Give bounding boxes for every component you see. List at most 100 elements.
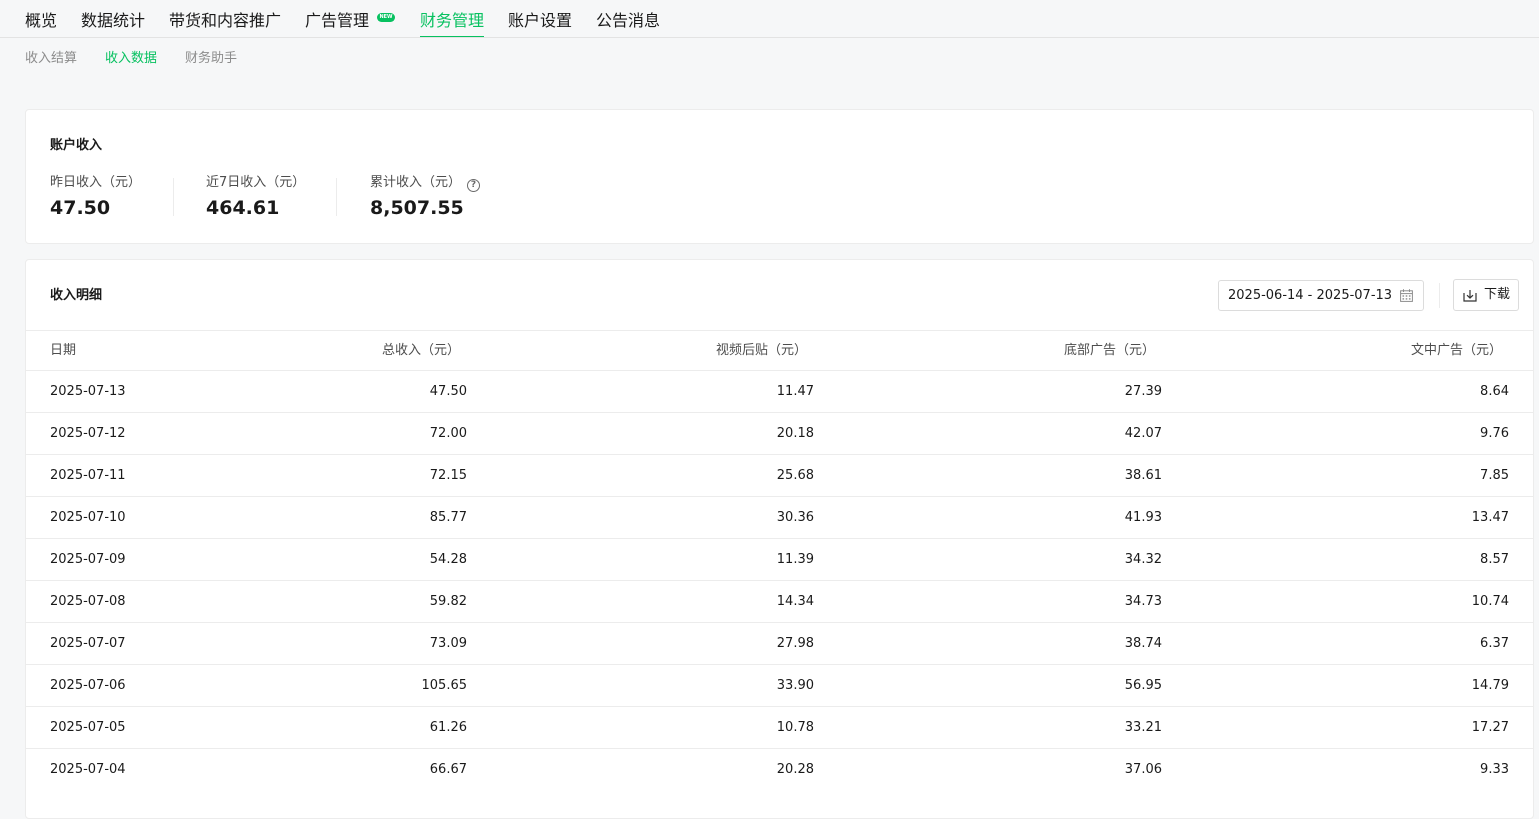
download-label: 下载 [1484, 287, 1511, 302]
cell-total: 66.67 [429, 762, 467, 777]
nav-tab-finance[interactable]: 财务管理 [420, 10, 485, 38]
stat-label: 近7日收入（元） [206, 175, 306, 190]
cell-bottom-ad: 41.93 [1124, 510, 1162, 525]
cell-in-article-ad: 14.79 [1471, 678, 1509, 693]
cell-in-article-ad: 10.74 [1471, 594, 1509, 609]
cell-in-article-ad: 8.57 [1480, 552, 1509, 567]
column-header-bottom-ad: 底部广告（元） [1063, 343, 1155, 358]
sub-tab-income-data[interactable]: 收入数据 [105, 50, 157, 68]
cell-bottom-ad: 38.61 [1124, 468, 1162, 483]
date-range-picker[interactable]: 2025-06-14 - 2025-07-13 [1218, 280, 1424, 311]
cell-in-article-ad: 7.85 [1480, 468, 1509, 483]
cell-date: 2025-07-11 [50, 468, 126, 483]
cell-bottom-ad: 56.95 [1124, 678, 1162, 693]
stat-last-7-days: 近7日收入（元） 464.61 [206, 174, 305, 219]
cell-total: 47.50 [429, 384, 467, 399]
calendar-icon [1400, 289, 1413, 302]
toolbar-divider [1439, 283, 1440, 308]
nav-tab-announcements[interactable]: 公告消息 [596, 10, 660, 32]
nav-tab-promotion[interactable]: 带货和内容推广 [169, 10, 281, 32]
column-header-in-article-ad: 文中广告（元） [1410, 343, 1502, 358]
cell-video-post: 20.28 [776, 762, 814, 777]
cell-total: 61.26 [429, 720, 467, 735]
cell-video-post: 14.34 [776, 594, 814, 609]
cell-video-post: 33.90 [776, 678, 814, 693]
stat-divider [173, 178, 174, 216]
account-income-card: 账户收入 昨日收入（元） 47.50 近7日收入（元） 464.61 累计收入（… [25, 109, 1534, 244]
table-row: 2025-07-10 85.77 30.36 41.93 13.47 [26, 496, 1533, 538]
table-header: 日期 总收入（元） 视频后贴（元） 底部广告（元） 文中广告（元） [26, 330, 1533, 370]
stat-label: 累计收入（元）? [370, 174, 481, 192]
date-range-value: 2025-06-14 - 2025-07-13 [1228, 288, 1393, 303]
account-income-title: 账户收入 [50, 138, 103, 153]
cell-in-article-ad: 13.47 [1471, 510, 1509, 525]
cell-date: 2025-07-08 [50, 594, 126, 609]
cell-bottom-ad: 38.74 [1124, 636, 1162, 651]
cell-video-post: 27.98 [776, 636, 814, 651]
new-badge: NEW [377, 13, 395, 22]
cell-date: 2025-07-05 [50, 720, 126, 735]
table-row: 2025-07-06 105.65 33.90 56.95 14.79 [26, 664, 1533, 706]
cell-total: 73.09 [429, 636, 467, 651]
stat-cumulative: 累计收入（元）? 8,507.55 [370, 174, 481, 219]
table-row: 2025-07-13 47.50 11.47 27.39 8.64 [26, 370, 1533, 412]
column-header-video-post: 视频后贴（元） [715, 343, 807, 358]
cell-date: 2025-07-07 [50, 636, 126, 651]
cell-bottom-ad: 42.07 [1124, 426, 1162, 441]
cell-total: 105.65 [421, 678, 468, 693]
cell-video-post: 11.39 [776, 552, 814, 567]
cell-date: 2025-07-04 [50, 762, 126, 777]
cell-date: 2025-07-12 [50, 426, 126, 441]
cell-video-post: 30.36 [776, 510, 814, 525]
stat-label-text: 累计收入（元） [370, 175, 462, 190]
cell-date: 2025-07-09 [50, 552, 126, 567]
cell-bottom-ad: 34.32 [1124, 552, 1162, 567]
cell-video-post: 20.18 [776, 426, 814, 441]
sub-tab-settlement[interactable]: 收入结算 [25, 50, 77, 68]
cell-in-article-ad: 17.27 [1471, 720, 1509, 735]
nav-divider [0, 37, 1539, 38]
cell-in-article-ad: 8.64 [1480, 384, 1509, 399]
sub-tab-finance-assistant[interactable]: 财务助手 [185, 50, 237, 68]
cell-total: 85.77 [429, 510, 467, 525]
cell-bottom-ad: 37.06 [1124, 762, 1162, 777]
cell-video-post: 11.47 [776, 384, 814, 399]
cell-total: 54.28 [429, 552, 467, 567]
cell-bottom-ad: 34.73 [1124, 594, 1162, 609]
cell-total: 72.00 [429, 426, 467, 441]
stat-value: 8,507.55 [370, 197, 464, 219]
table-row: 2025-07-07 73.09 27.98 38.74 6.37 [26, 622, 1533, 664]
cell-in-article-ad: 6.37 [1480, 636, 1509, 651]
table-row: 2025-07-12 72.00 20.18 42.07 9.76 [26, 412, 1533, 454]
table-row: 2025-07-08 59.82 14.34 34.73 10.74 [26, 580, 1533, 622]
nav-tab-account-settings[interactable]: 账户设置 [508, 10, 572, 32]
nav-tab-statistics[interactable]: 数据统计 [81, 10, 145, 32]
cell-total: 59.82 [429, 594, 467, 609]
cell-date: 2025-07-06 [50, 678, 126, 693]
nav-tab-overview[interactable]: 概览 [25, 10, 57, 32]
table-body: 2025-07-13 47.50 11.47 27.39 8.64 2025-07-12 7… [26, 370, 1533, 790]
income-detail-title: 收入明细 [50, 288, 103, 303]
help-icon[interactable]: ? [467, 179, 481, 192]
download-button[interactable]: 下载 [1453, 279, 1519, 311]
cell-in-article-ad: 9.33 [1480, 762, 1509, 777]
column-header-date: 日期 [50, 343, 77, 358]
cell-total: 72.15 [429, 468, 467, 483]
stat-value: 47.50 [50, 197, 111, 219]
nav-tab-ads[interactable]: 广告管理 [305, 10, 369, 32]
cell-video-post: 10.78 [776, 720, 814, 735]
cell-in-article-ad: 9.76 [1480, 426, 1509, 441]
top-nav: 概览 数据统计 带货和内容推广 广告管理 NEW 财务管理 账户设置 公告消息 [0, 0, 1539, 38]
stat-yesterday: 昨日收入（元） 47.50 [50, 174, 141, 219]
stat-value: 464.61 [206, 197, 280, 219]
cell-date: 2025-07-10 [50, 510, 126, 525]
cell-video-post: 25.68 [776, 468, 814, 483]
cell-bottom-ad: 33.21 [1124, 720, 1162, 735]
stat-divider [336, 178, 337, 216]
column-header-total: 总收入（元） [381, 343, 460, 358]
table-row: 2025-07-11 72.15 25.68 38.61 7.85 [26, 454, 1533, 496]
download-icon [1463, 290, 1477, 302]
cell-date: 2025-07-13 [50, 384, 126, 399]
stat-label: 昨日收入（元） [50, 175, 142, 190]
income-detail-table: 日期 总收入（元） 视频后贴（元） 底部广告（元） 文中广告（元） 2025-0… [26, 330, 1533, 790]
